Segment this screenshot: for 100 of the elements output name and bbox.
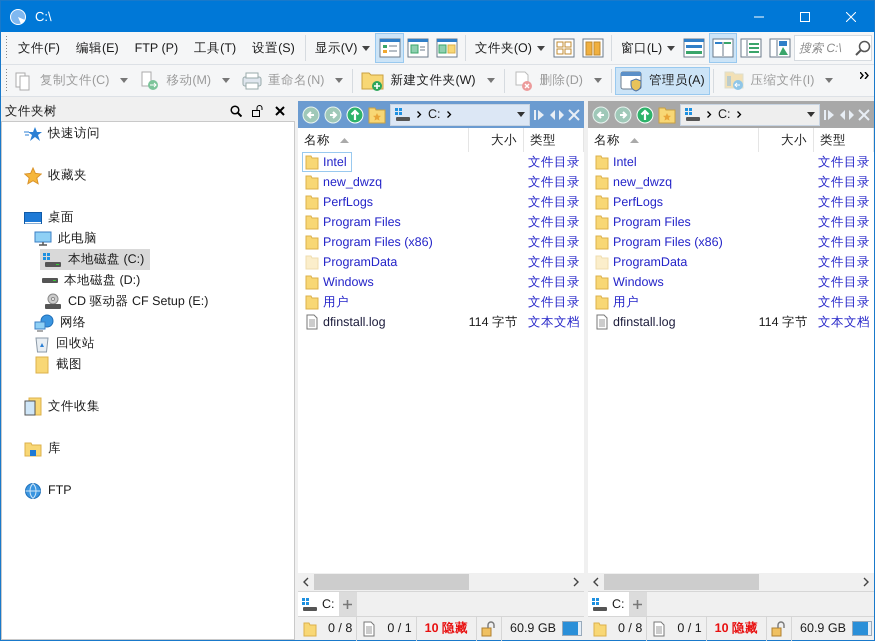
document-icon (361, 620, 378, 636)
tree-item[interactable]: 回收站 (32, 333, 101, 354)
tree-item[interactable]: 本地磁盘 (D:) (40, 270, 146, 291)
dropdown-menu[interactable]: 窗口(L) (616, 35, 680, 61)
file-name[interactable]: new_dwzq (302, 172, 388, 192)
folder-icon (592, 620, 608, 636)
file-type: 文件目录 (528, 214, 580, 229)
swap-arrows-icon (550, 108, 564, 120)
up-button[interactable] (346, 106, 364, 124)
tab[interactable]: C: (298, 592, 338, 617)
file-name[interactable]: ProgramData (592, 252, 692, 272)
menu-item[interactable]: 设置(S) (246, 35, 301, 61)
new-folder-icon (361, 70, 386, 92)
caret-icon (536, 46, 545, 50)
library-icon (24, 440, 42, 456)
tab[interactable]: C: (588, 592, 628, 617)
panel-title: 文件夹树 (5, 102, 58, 120)
caret-icon (120, 78, 128, 83)
swap-arrows-icon (840, 108, 854, 120)
layout-button[interactable] (375, 33, 404, 63)
tree-item[interactable]: 截图 (32, 354, 88, 375)
file-name[interactable]: 用户 (302, 292, 354, 312)
file-name[interactable]: Windows (592, 272, 669, 292)
back-button[interactable] (302, 106, 320, 124)
file-name[interactable]: PerfLogs (302, 192, 378, 212)
caret-icon (335, 78, 344, 83)
file-type: 文件目录 (528, 194, 580, 209)
column-header[interactable]: 类型 (524, 128, 584, 152)
file-name[interactable]: dfinstall.log (302, 312, 391, 332)
tree-item[interactable]: CD 驱动器 CF Setup (E:) (40, 291, 214, 312)
new-tab-button[interactable] (628, 592, 646, 617)
caret-icon (222, 78, 230, 83)
column-header[interactable]: 名称 (298, 128, 469, 152)
tree-item[interactable]: 收藏夹 (22, 165, 93, 186)
chevron-icon (736, 111, 742, 118)
file-name[interactable]: PerfLogs (592, 192, 668, 212)
drive-icon (42, 278, 58, 283)
toolbar-button[interactable]: 新建文件夹(W) (356, 66, 481, 94)
file-name[interactable]: Program Files (x86) (592, 232, 728, 252)
file-type: 文件目录 (528, 294, 580, 309)
swap-button[interactable] (550, 108, 564, 120)
file-size: 114 字节 (758, 314, 808, 331)
tree-item[interactable]: FTP (22, 480, 78, 501)
file-name[interactable]: Program Files (592, 212, 696, 232)
file-name[interactable]: ProgramData (302, 252, 402, 272)
file-name[interactable]: Program Files (302, 212, 406, 232)
search-icon (855, 40, 872, 56)
column-header[interactable]: 大小 (759, 128, 814, 152)
menu-item[interactable]: FTP (P) (128, 35, 184, 61)
disc-drive-icon (42, 292, 62, 310)
file-name[interactable]: Windows (302, 272, 379, 292)
tree-item[interactable]: 本地磁盘 (C:) (40, 249, 150, 270)
file-name[interactable]: Program Files (x86) (302, 232, 438, 252)
new-tab-button[interactable] (338, 592, 356, 617)
maximize-icon (800, 12, 810, 22)
up-button[interactable] (636, 106, 654, 124)
dropdown-menu[interactable]: 显示(V) (310, 35, 376, 61)
search-field[interactable]: 搜索 C:\ (799, 39, 856, 57)
chevron-icon (417, 111, 422, 118)
file-name[interactable]: Intel (592, 152, 642, 172)
file-type: 文本文档 (818, 314, 870, 329)
file-type: 文本文档 (528, 314, 580, 329)
column-header[interactable]: 名称 (588, 128, 759, 152)
caret-icon (667, 46, 676, 50)
horizontal-scrollbar[interactable] (588, 573, 874, 591)
recycle-bin-icon (34, 334, 50, 352)
column-header[interactable]: 大小 (469, 128, 524, 152)
toolbar-button[interactable]: 管理员(A) (614, 66, 710, 94)
file-name[interactable]: new_dwzq (592, 172, 678, 192)
tree-item[interactable]: 快速访问 (22, 123, 106, 144)
folder-count: 0 / 8 (328, 620, 352, 638)
tree-item[interactable]: 此电脑 (32, 228, 103, 249)
file-name[interactable]: 用户 (592, 292, 644, 312)
tree-item[interactable]: 网络 (32, 312, 92, 333)
favorites-button[interactable] (368, 106, 386, 124)
file-type: 文件目录 (528, 174, 580, 189)
horizontal-scrollbar[interactable] (298, 573, 584, 591)
tree-item[interactable]: 文件收集 (22, 396, 106, 417)
forward-button[interactable] (614, 106, 632, 124)
caret-icon (362, 46, 370, 50)
tree-item[interactable]: 库 (22, 438, 67, 459)
file-name[interactable]: Intel (302, 152, 352, 172)
file-type: 文件目录 (528, 254, 580, 269)
path-bar[interactable]: C: (680, 104, 820, 126)
star-icon (24, 126, 42, 142)
column-header[interactable]: 类型 (814, 128, 874, 152)
tree-item[interactable]: 桌面 (22, 207, 80, 228)
search-box[interactable]: 搜索 C:\ (794, 35, 872, 61)
document-icon (651, 620, 668, 636)
layout-button[interactable] (708, 33, 738, 63)
file-name[interactable]: dfinstall.log (592, 312, 681, 332)
path-bar[interactable]: C: (390, 104, 530, 126)
sync-button[interactable] (534, 108, 546, 120)
back-button[interactable] (592, 106, 610, 124)
menu-item[interactable]: 文件(F) (12, 35, 66, 61)
dropdown-menu[interactable]: 文件夹(O) (470, 35, 550, 61)
menu-item[interactable]: 编辑(E) (70, 35, 125, 61)
menu-item[interactable]: 工具(T) (188, 35, 242, 61)
forward-button[interactable] (324, 106, 342, 124)
caret-icon (517, 112, 525, 117)
